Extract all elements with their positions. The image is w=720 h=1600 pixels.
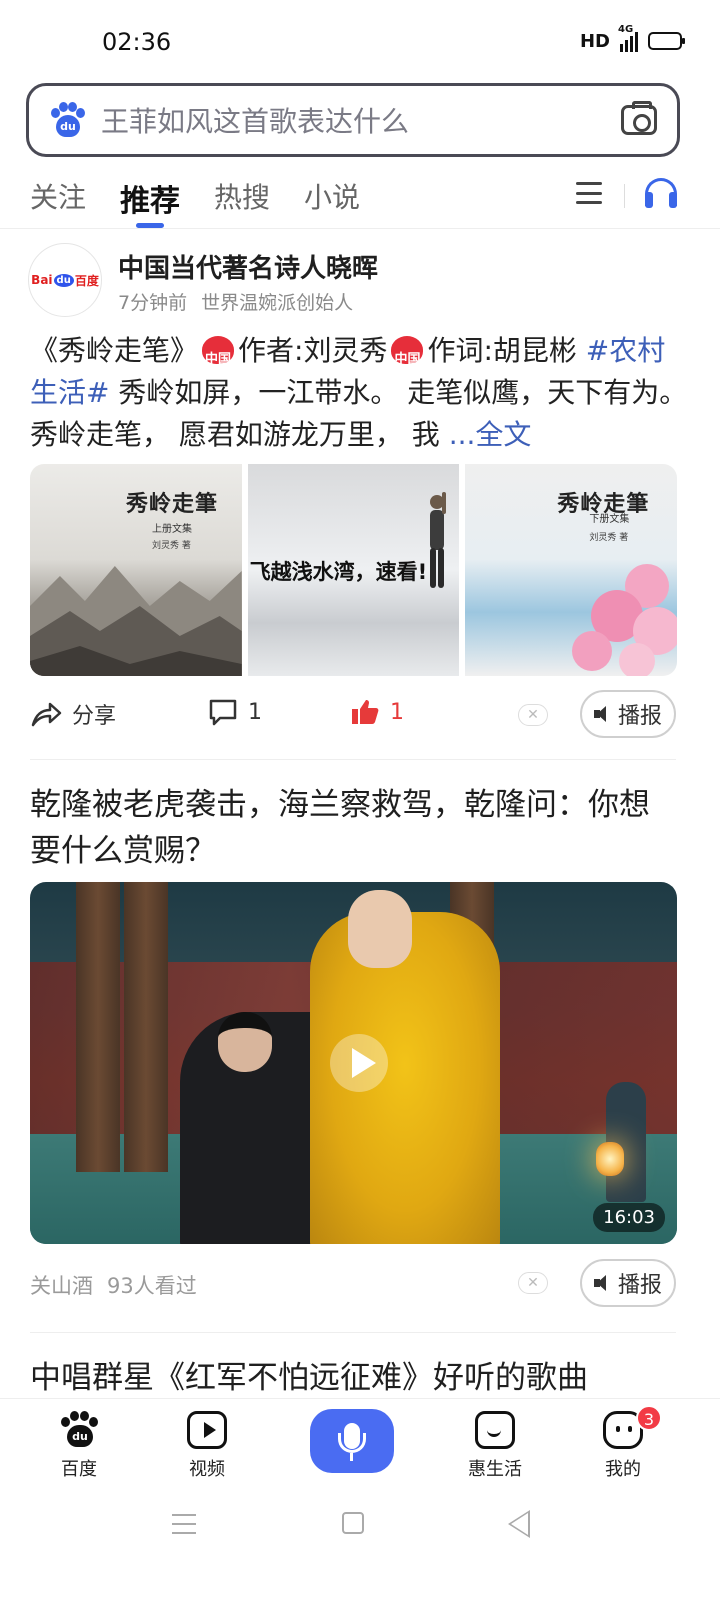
broadcast-button[interactable]: 播报	[580, 1259, 676, 1307]
battery-icon	[648, 32, 685, 50]
comment-button[interactable]: 1	[208, 698, 262, 726]
divider	[624, 184, 625, 208]
nav-label: 惠生活	[468, 1459, 522, 1480]
speaker-icon	[593, 705, 612, 723]
read-more-link[interactable]: ...全文	[449, 418, 532, 451]
post-text-author: 作者:刘灵秀	[238, 334, 388, 367]
share-label: 分享	[72, 704, 117, 729]
author-name[interactable]: 中国当代著名诗人晓晖	[118, 248, 378, 285]
notification-badge: 3	[636, 1405, 662, 1431]
share-icon	[31, 702, 62, 727]
shopping-bag-icon	[475, 1411, 515, 1449]
post-text-title: 《秀岭走笔》	[30, 334, 199, 367]
video-thumbnail[interactable]: 16:03	[30, 882, 677, 1244]
author-meta: 7分钟前 世界温婉派创始人	[118, 288, 353, 315]
china-heart-icon: 中国	[202, 336, 235, 367]
hd-indicator: HD	[579, 30, 610, 52]
tab-recommend[interactable]: 推荐	[120, 176, 180, 228]
menu-icon[interactable]	[576, 182, 602, 204]
post-images: 秀岭走筆 上册文集 刘灵秀 著 飞越浅水湾，速看! 秀岭走筆 下册文集 刘灵秀 …	[30, 464, 678, 676]
nav-baidu[interactable]: du 百度	[34, 1411, 124, 1481]
post-time: 7分钟前	[118, 292, 188, 314]
post-image-1[interactable]: 秀岭走筆 上册文集 刘灵秀 著	[30, 464, 242, 676]
video-play-icon	[187, 1411, 227, 1449]
broadcast-button[interactable]: 播报	[580, 690, 676, 738]
status-bar: 02:36 HD 4G	[0, 0, 720, 80]
nav-video[interactable]: 视频	[162, 1411, 252, 1481]
lantern-illustration	[596, 1142, 624, 1176]
avatar-logo-cn: 百度	[74, 273, 99, 288]
nav-life[interactable]: 惠生活	[450, 1411, 540, 1481]
search-input[interactable]: 王菲如风这首歌表达什么	[101, 100, 621, 140]
baidu-logo-icon: du	[51, 102, 85, 138]
status-time: 02:36	[102, 28, 172, 56]
post-image-2[interactable]: 飞越浅水湾，速看!	[247, 464, 460, 676]
network-type: 4G	[618, 24, 634, 35]
post-text[interactable]: 《秀岭走笔》 中国 作者:刘灵秀 中国 作词:胡昆彬 #农村生活# 秀岭如屏，一江带水。…	[30, 330, 690, 456]
tab-novels[interactable]: 小说	[304, 176, 360, 216]
camera-icon[interactable]	[621, 101, 657, 135]
divider	[30, 759, 676, 760]
headphone-icon[interactable]	[645, 178, 677, 208]
comment-count: 1	[248, 699, 262, 725]
like-button[interactable]: 1	[350, 698, 404, 726]
nav-label: 视频	[189, 1459, 225, 1480]
like-count: 1	[390, 699, 404, 725]
speaker-icon	[593, 1274, 612, 1292]
book-author: 刘灵秀 著	[152, 541, 191, 551]
bottom-nav: du 百度 视频 惠生活 我的 3	[0, 1398, 720, 1488]
share-button[interactable]: 分享	[30, 698, 116, 730]
image-overlay-text: 飞越浅水湾，速看!	[249, 560, 428, 584]
nav-label: 百度	[61, 1459, 97, 1480]
china-heart-icon: 中国	[391, 336, 424, 367]
voice-search-button[interactable]	[310, 1409, 394, 1473]
post-title[interactable]: 乾隆被老虎袭击，海兰察救驾，乾隆问：你想要什么赏赐？	[30, 782, 680, 874]
comment-icon	[209, 699, 237, 726]
system-nav-bar	[0, 1490, 720, 1600]
broadcast-label: 播报	[617, 1273, 662, 1298]
nav-label: 我的	[605, 1459, 641, 1480]
book-title: 秀岭走筆	[126, 491, 219, 517]
thumbs-up-icon	[352, 700, 379, 724]
post-actions: 分享 1 1 ✕ 播报	[30, 690, 680, 740]
play-icon[interactable]	[330, 1034, 388, 1092]
book-subtitle: 上册文集	[152, 524, 192, 535]
author-tagline: 世界温婉派创始人	[201, 292, 354, 314]
recent-apps-icon[interactable]	[172, 1514, 196, 1534]
video-duration: 16:03	[593, 1203, 665, 1232]
tab-follow[interactable]: 关注	[30, 176, 86, 216]
status-indicators: HD 4G	[579, 24, 685, 52]
avatar-logo-du: du	[53, 273, 74, 287]
signal-icon: 4G	[618, 24, 638, 52]
feed-tabs: 关注 推荐 热搜 小说	[30, 176, 360, 228]
avatar[interactable]: Bai du 百度	[28, 243, 102, 317]
baidu-logo-text: du	[56, 115, 80, 137]
back-icon[interactable]	[508, 1510, 530, 1538]
mountain-illustration	[30, 566, 242, 676]
post-source[interactable]: 关山酒	[30, 1270, 93, 1300]
post-image-3[interactable]: 秀岭走筆 下册文集 刘灵秀 著	[465, 464, 678, 676]
post-text-body: 秀岭如屏，一江带水。 走笔似鹰，天下有为。 秀岭走笔， 愿君如游龙万里， 我	[30, 376, 688, 451]
avatar-logo-bai: Bai	[31, 273, 53, 287]
post-text-lyricist: 作词:胡昆彬	[427, 334, 577, 367]
book-subtitle: 下册文集	[589, 514, 630, 525]
tab-trending[interactable]: 热搜	[214, 176, 270, 216]
baidu-paw-icon: du	[59, 1411, 99, 1449]
cherry-blossom-illustration	[572, 564, 678, 676]
home-icon[interactable]	[342, 1512, 364, 1534]
post-title[interactable]: 中唱群星《红军不怕远征难》好听的歌曲	[30, 1355, 680, 1401]
view-count: 93人看过	[107, 1274, 197, 1298]
search-box[interactable]: du 王菲如风这首歌表达什么	[26, 83, 680, 157]
divider	[30, 1332, 676, 1333]
jumping-person-illustration	[429, 492, 446, 588]
dismiss-icon[interactable]: ✕	[518, 704, 548, 726]
broadcast-label: 播报	[617, 704, 662, 729]
dismiss-icon[interactable]: ✕	[518, 1272, 548, 1294]
post-meta: 关山酒 93人看过	[30, 1270, 197, 1300]
book-author: 刘灵秀 著	[589, 533, 629, 543]
divider	[0, 228, 720, 229]
